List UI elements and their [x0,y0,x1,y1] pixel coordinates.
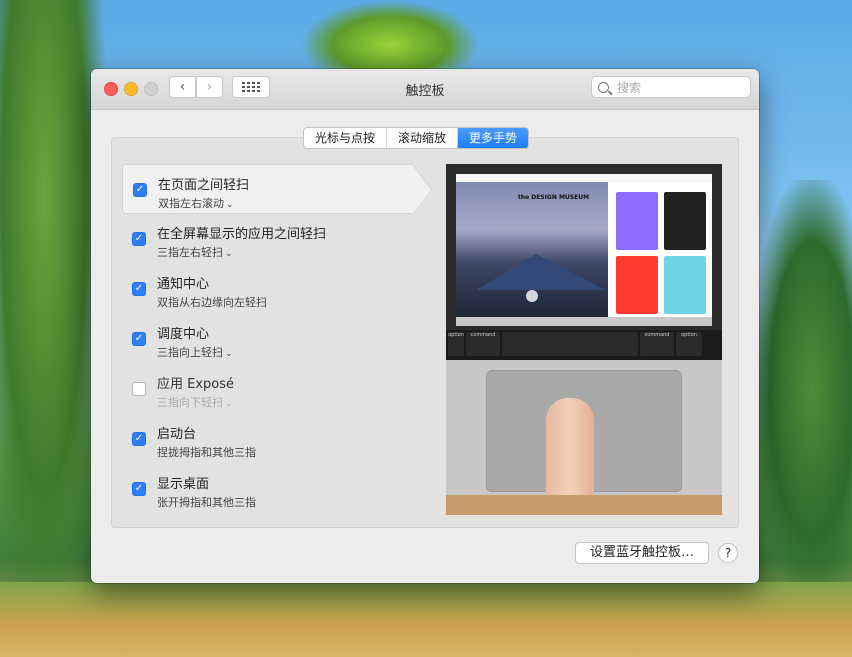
gesture-checkbox[interactable]: ✓ [132,482,146,496]
preview-logo: the DESIGN MUSEUM [518,194,590,201]
checkmark-icon: ✓ [134,233,144,244]
gesture-title: 应用 Exposé [157,377,235,392]
gesture-checkbox[interactable]: ✓ [133,183,147,197]
chevron-down-icon: ⌄ [226,200,234,210]
gesture-description: 张开拇指和其他三指 [157,496,256,509]
wallpaper-ground [0,582,852,657]
gesture-checkbox[interactable] [132,382,146,396]
gesture-title: 显示桌面 [157,477,210,492]
preview-side-page [608,182,712,317]
preview-table [446,495,722,515]
preview-screen: the DESIGN MUSEUM [456,174,712,326]
gesture-preview-video: the DESIGN MUSEUM option command command… [446,164,722,515]
tab-more-gestures[interactable]: 更多手势 [458,128,529,148]
gesture-title: 启动台 [157,427,197,442]
key-command-right: command [640,332,674,356]
gesture-option-label: 双指左右滚动 [158,197,224,210]
gesture-item-app-expose[interactable]: 应用 Exposé 三指向下轻扫 ⌄ [122,364,434,414]
gesture-title: 在全屏幕显示的应用之间轻扫 [157,227,327,242]
preview-card [664,256,706,314]
wallpaper-leaves [300,0,480,75]
key-command-left: command [466,332,500,356]
gesture-title: 通知中心 [157,277,210,292]
preview-museum-photo: the DESIGN MUSEUM [456,182,608,317]
preview-card [616,256,658,314]
gesture-checkbox[interactable]: ✓ [132,282,146,296]
key-option-left: option [448,332,464,356]
checkmark-icon: ✓ [134,483,144,494]
tab-scroll-zoom[interactable]: 滚动缩放 [387,128,459,148]
chevron-down-icon: ⌄ [225,349,233,359]
preview-laptop-body [446,360,722,515]
gesture-item-swipe-pages[interactable]: ✓ 在页面之间轻扫 双指左右滚动 ⌄ [122,164,432,216]
preview-building [476,254,606,290]
search-placeholder: 搜索 [617,80,642,95]
key-option-right: option [676,332,702,356]
gesture-description: 双指从右边缘向左轻扫 [157,296,267,309]
preview-dock [456,317,712,326]
gesture-option-label: 三指向上轻扫 [157,346,223,359]
gesture-checkbox[interactable]: ✓ [132,232,146,246]
setup-bluetooth-trackpad-button[interactable]: 设置蓝牙触控板… [575,542,710,564]
trackpad-preferences-window: ‹ › 触控板 搜索 光标与点按 滚动缩放 更多手势 ✓ 在页面之间轻扫 双指左… [91,69,759,583]
gesture-item-mission-control[interactable]: ✓ 调度中心 三指向上轻扫 ⌄ [122,314,434,364]
gestures-panel: ✓ 在页面之间轻扫 双指左右滚动 ⌄ ✓ 在全屏幕显示的应用之间轻扫 三指左右轻扫… [111,137,739,528]
gesture-option-label: 三指左右轻扫 [157,246,223,259]
tab-bar: 光标与点按 滚动缩放 更多手势 [303,127,530,149]
checkmark-icon: ✓ [134,333,144,344]
gesture-title: 在页面之间轻扫 [158,178,250,193]
checkmark-icon: ✓ [134,283,144,294]
gesture-item-launchpad[interactable]: ✓ 启动台 捏拢拇指和其他三指 [122,414,434,464]
gesture-title: 调度中心 [157,327,210,342]
gesture-list: ✓ 在页面之间轻扫 双指左右滚动 ⌄ ✓ 在全屏幕显示的应用之间轻扫 三指左右轻扫… [122,164,434,514]
preview-keyboard: option command command option [446,330,722,360]
gesture-option-dropdown[interactable]: 三指左右轻扫 ⌄ [157,244,434,260]
play-icon [526,290,538,302]
tab-point-click[interactable]: 光标与点按 [304,128,388,148]
help-button[interactable]: ? [718,543,738,563]
gesture-item-swipe-fullscreen-apps[interactable]: ✓ 在全屏幕显示的应用之间轻扫 三指左右轻扫 ⌄ [122,214,434,264]
search-icon [598,81,609,93]
checkmark-icon: ✓ [135,184,145,195]
gesture-option-dropdown[interactable]: 三指向上轻扫 ⌄ [157,344,434,360]
gesture-checkbox[interactable]: ✓ [132,432,146,446]
chevron-down-icon: ⌄ [225,399,233,409]
gesture-option-label: 三指向下轻扫 [157,396,223,409]
preview-card [616,192,658,250]
gesture-item-show-desktop[interactable]: ✓ 显示桌面 张开拇指和其他三指 [122,464,434,514]
gesture-description: 捏拢拇指和其他三指 [157,446,256,459]
title-bar: ‹ › 触控板 搜索 [91,69,759,110]
gesture-option-dropdown[interactable]: 双指左右滚动 ⌄ [158,195,412,211]
key-space [502,332,638,356]
gesture-option-dropdown: 三指向下轻扫 ⌄ [157,394,434,410]
wallpaper-tree-right [752,180,852,600]
checkmark-icon: ✓ [134,433,144,444]
preview-card [664,192,706,250]
chevron-down-icon: ⌄ [225,249,233,259]
gesture-checkbox[interactable]: ✓ [132,332,146,346]
gesture-item-notification-center[interactable]: ✓ 通知中心 双指从右边缘向左轻扫 [122,264,434,314]
search-input[interactable]: 搜索 [591,76,751,98]
